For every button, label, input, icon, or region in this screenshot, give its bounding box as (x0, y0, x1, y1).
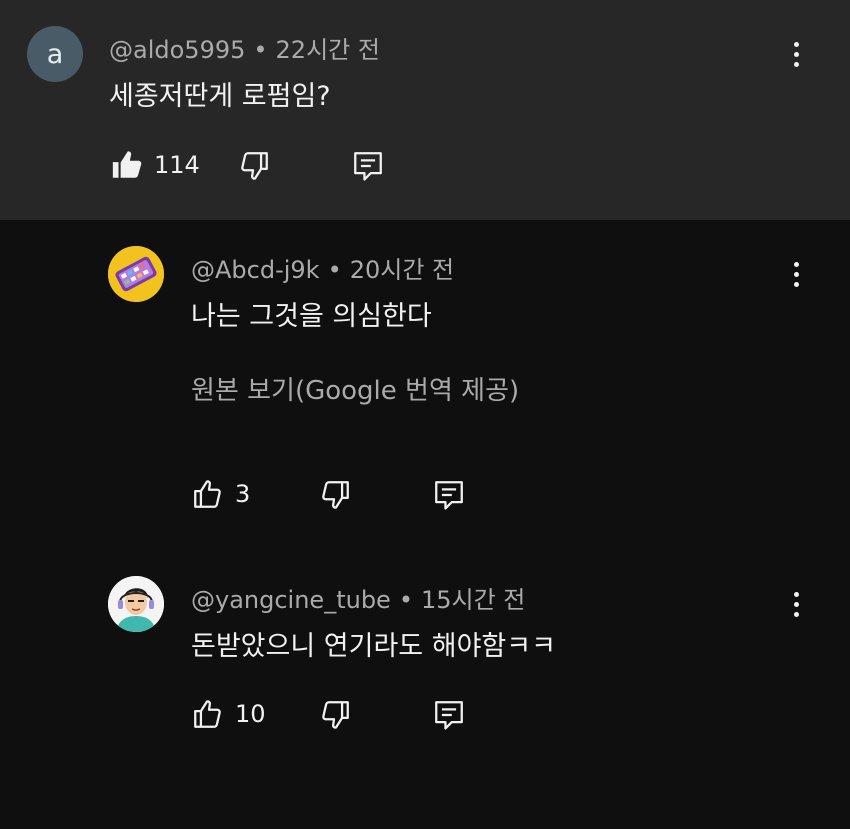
dislike-button[interactable] (237, 149, 271, 183)
like-button[interactable]: 114 (110, 148, 200, 182)
view-original-link[interactable]: 원본 보기(Google 번역 제공) (191, 370, 519, 407)
comment-yangcine-tube: @yangcine_tube • 15시간 전 돈받았으니 연기라도 해야함ㅋㅋ 1… (0, 550, 850, 829)
reply-icon (435, 701, 463, 730)
comment-text: 나는 그것을 의심한다 (191, 301, 432, 332)
comment-meta: @yangcine_tube • 15시간 전 (191, 580, 525, 615)
dislike-button[interactable] (318, 478, 352, 512)
comment-author[interactable]: @aldo5995 (109, 36, 245, 64)
meta-separator: • (253, 36, 268, 64)
like-button[interactable]: 10 (191, 697, 266, 731)
thumbs-down-icon (322, 481, 349, 509)
comment-time[interactable]: 20시간 전 (350, 256, 454, 284)
thumbs-up-icon (112, 151, 142, 178)
avatar-letter: a (46, 38, 64, 70)
meta-separator: • (327, 256, 342, 284)
avatar[interactable]: a (27, 26, 83, 82)
meta-separator: • (398, 586, 413, 614)
more-vert-icon[interactable] (786, 584, 806, 624)
cartoon-face-avatar-icon (108, 576, 164, 632)
avatar[interactable] (108, 246, 164, 302)
reply-button[interactable] (432, 478, 466, 512)
comment-meta: @Abcd-j9k • 20시간 전 (191, 250, 454, 285)
thumbs-up-icon (194, 700, 221, 728)
comment-time[interactable]: 22시간 전 (276, 36, 380, 64)
reply-button[interactable] (432, 698, 466, 732)
comment-abcd-j9k: @Abcd-j9k • 20시간 전 나는 그것을 의심한다 원본 보기(Googl… (0, 220, 850, 550)
more-vert-icon[interactable] (786, 254, 806, 294)
like-count: 3 (235, 480, 251, 508)
like-button[interactable]: 3 (191, 477, 250, 511)
comment-meta: @aldo5995 • 22시간 전 (109, 30, 380, 65)
thumbs-down-icon (241, 152, 268, 180)
more-vert-icon[interactable] (786, 34, 806, 74)
comment-author[interactable]: @Abcd-j9k (191, 256, 320, 284)
comment-text: 돈받았으니 연기라도 해야함ㅋㅋ (191, 631, 556, 662)
like-count: 114 (154, 151, 200, 179)
reply-button[interactable] (351, 149, 385, 183)
phone-avatar-icon (108, 246, 164, 302)
comment-time[interactable]: 15시간 전 (421, 586, 525, 614)
comment-author[interactable]: @yangcine_tube (191, 586, 391, 614)
like-count: 10 (235, 700, 266, 728)
reply-icon (354, 152, 382, 181)
comment-text: 세종저딴게 로펌임? (109, 81, 331, 112)
comment-aldo5995: a @aldo5995 • 22시간 전 세종저딴게 로펌임? 114 (0, 0, 850, 220)
thumbs-up-icon (194, 480, 221, 508)
avatar[interactable] (108, 576, 164, 632)
reply-icon (435, 481, 463, 510)
thumbs-down-icon (322, 701, 349, 729)
dislike-button[interactable] (318, 698, 352, 732)
